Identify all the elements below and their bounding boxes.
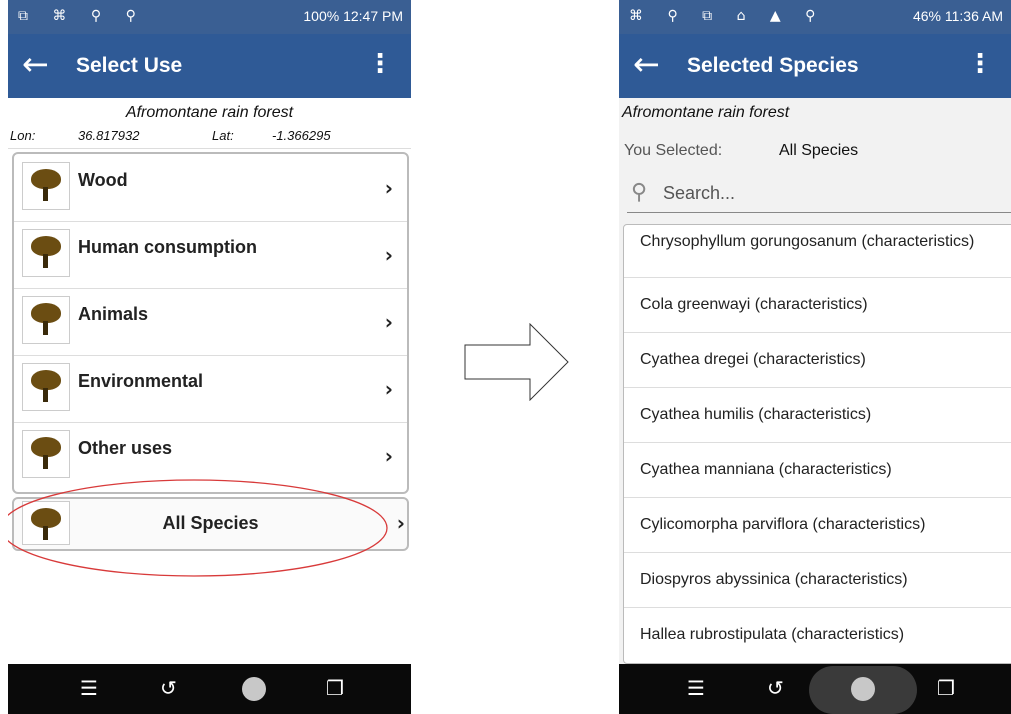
list-item[interactable]: Chrysophyllum gorungosanum (characterist… (624, 225, 1011, 278)
menu-icon[interactable]: ☰ (687, 676, 705, 700)
use-item-wood[interactable]: Wood › (14, 154, 407, 222)
list-item[interactable]: Cola greenwayi (characteristics) (624, 278, 1011, 333)
chevron-right-icon: › (384, 310, 393, 334)
nav-bar: ☰ ↺ ❐ (8, 664, 411, 714)
more-vert-icon[interactable]: ⋮ (367, 46, 393, 82)
species-label: Cola greenwayi (characteristics) (640, 296, 868, 313)
species-label: Hallea rubrostipulata (characteristics) (640, 626, 905, 643)
use-item-human-consumption[interactable]: Human consumption › (14, 221, 407, 289)
tree-icon (22, 363, 70, 411)
search-icon: ⚲ (631, 180, 648, 205)
you-selected-value: All Species (779, 142, 859, 159)
page-title: Selected Species (687, 54, 859, 77)
location-box: Afromontane rain forest Lon: 36.817932 L… (8, 98, 411, 149)
list-item[interactable]: Cyathea humilis (characteristics) (624, 388, 1011, 443)
status-battery-time: 46% 11:36 AM (912, 8, 1003, 24)
forest-name: Afromontane rain forest (125, 104, 294, 121)
app-bar: ← Select Use ⋮ (8, 34, 411, 98)
search-input[interactable] (661, 182, 995, 205)
tree-icon (22, 229, 70, 277)
you-selected-label: You Selected: (624, 142, 723, 159)
arrow-left-icon[interactable]: ← (22, 46, 49, 82)
menu-icon[interactable]: ☰ (80, 676, 98, 700)
app-bar: ← Selected Species ⋮ (619, 34, 1011, 98)
use-list: Wood › Human consumption › Animals › Env… (12, 152, 409, 494)
back-icon[interactable]: ↺ (160, 676, 177, 700)
list-item[interactable]: Cyathea manniana (characteristics) (624, 443, 1011, 498)
lon-label: Lon: (10, 128, 36, 143)
species-label: Cylicomorpha parviflora (characteristics… (640, 516, 926, 533)
recent-apps-icon[interactable]: ❐ (937, 676, 955, 700)
lat-value: -1.366295 (272, 128, 331, 143)
use-item-label: Animals (78, 304, 149, 324)
status-bar: ⧉ ⌘ ⚲ ⚲ 100% 12:47 PM (8, 0, 411, 34)
chevron-right-icon: › (384, 176, 393, 200)
recent-apps-icon[interactable]: ❐ (326, 676, 344, 700)
species-label: Cyathea humilis (characteristics) (640, 406, 872, 423)
chevron-right-icon: › (384, 377, 393, 401)
lon-value: 36.817932 (78, 128, 140, 143)
home-icon[interactable] (851, 677, 875, 701)
chevron-right-icon: › (384, 243, 393, 267)
species-label: Chrysophyllum gorungosanum (characterist… (640, 233, 975, 250)
page-title: Select Use (76, 54, 183, 77)
use-item-label: Human consumption (78, 237, 257, 257)
flow-arrow-icon (464, 323, 569, 401)
nav-bar: ☰ ↺ ❐ (619, 664, 1011, 714)
status-icons: ⧉ ⌘ ⚲ ⚲ (18, 8, 146, 24)
search-bar: ⚲ (627, 176, 1011, 213)
forest-name: Afromontane rain forest (622, 104, 790, 121)
right-phone-screen: ⌘ ⚲ ⧉ ⌂ ▲ ⚲ 46% 11:36 AM ← Selected Spec… (619, 0, 1011, 714)
use-item-label: Other uses (78, 438, 173, 458)
species-list: Chrysophyllum gorungosanum (characterist… (623, 224, 1011, 664)
tree-icon (22, 162, 70, 210)
list-item[interactable]: Cylicomorpha parviflora (characteristics… (624, 498, 1011, 553)
species-label: Diospyros abyssinica (characteristics) (640, 571, 908, 588)
list-item[interactable]: Cyathea dregei (characteristics) (624, 333, 1011, 388)
species-label: Cyathea manniana (characteristics) (640, 461, 892, 478)
tree-icon (22, 296, 70, 344)
back-icon[interactable]: ↺ (767, 676, 784, 700)
selection-header: Afromontane rain forest You Selected: Al… (619, 98, 1011, 220)
list-item[interactable]: Diospyros abyssinica (characteristics) (624, 553, 1011, 608)
home-icon[interactable] (242, 677, 266, 701)
status-battery-time: 100% 12:47 PM (303, 8, 403, 24)
status-bar: ⌘ ⚲ ⧉ ⌂ ▲ ⚲ 46% 11:36 AM (619, 0, 1011, 34)
use-item-label: Wood (78, 170, 128, 190)
left-phone-screen: ⧉ ⌘ ⚲ ⚲ 100% 12:47 PM ← Select Use ⋮ Afr… (8, 0, 411, 714)
species-label: Cyathea dregei (characteristics) (640, 351, 866, 368)
tree-icon (22, 430, 70, 478)
lat-label: Lat: (212, 128, 234, 143)
status-icons: ⌘ ⚲ ⧉ ⌂ ▲ ⚲ (629, 8, 826, 24)
chevron-right-icon: › (384, 444, 393, 468)
list-item[interactable]: Hallea rubrostipulata (characteristics) (624, 608, 1011, 662)
more-vert-icon[interactable]: ⋮ (967, 46, 993, 82)
use-item-environmental[interactable]: Environmental › (14, 355, 407, 423)
use-item-animals[interactable]: Animals › (14, 288, 407, 356)
arrow-left-icon[interactable]: ← (633, 46, 660, 82)
highlight-ellipse (8, 479, 388, 577)
use-item-label: Environmental (78, 371, 204, 391)
